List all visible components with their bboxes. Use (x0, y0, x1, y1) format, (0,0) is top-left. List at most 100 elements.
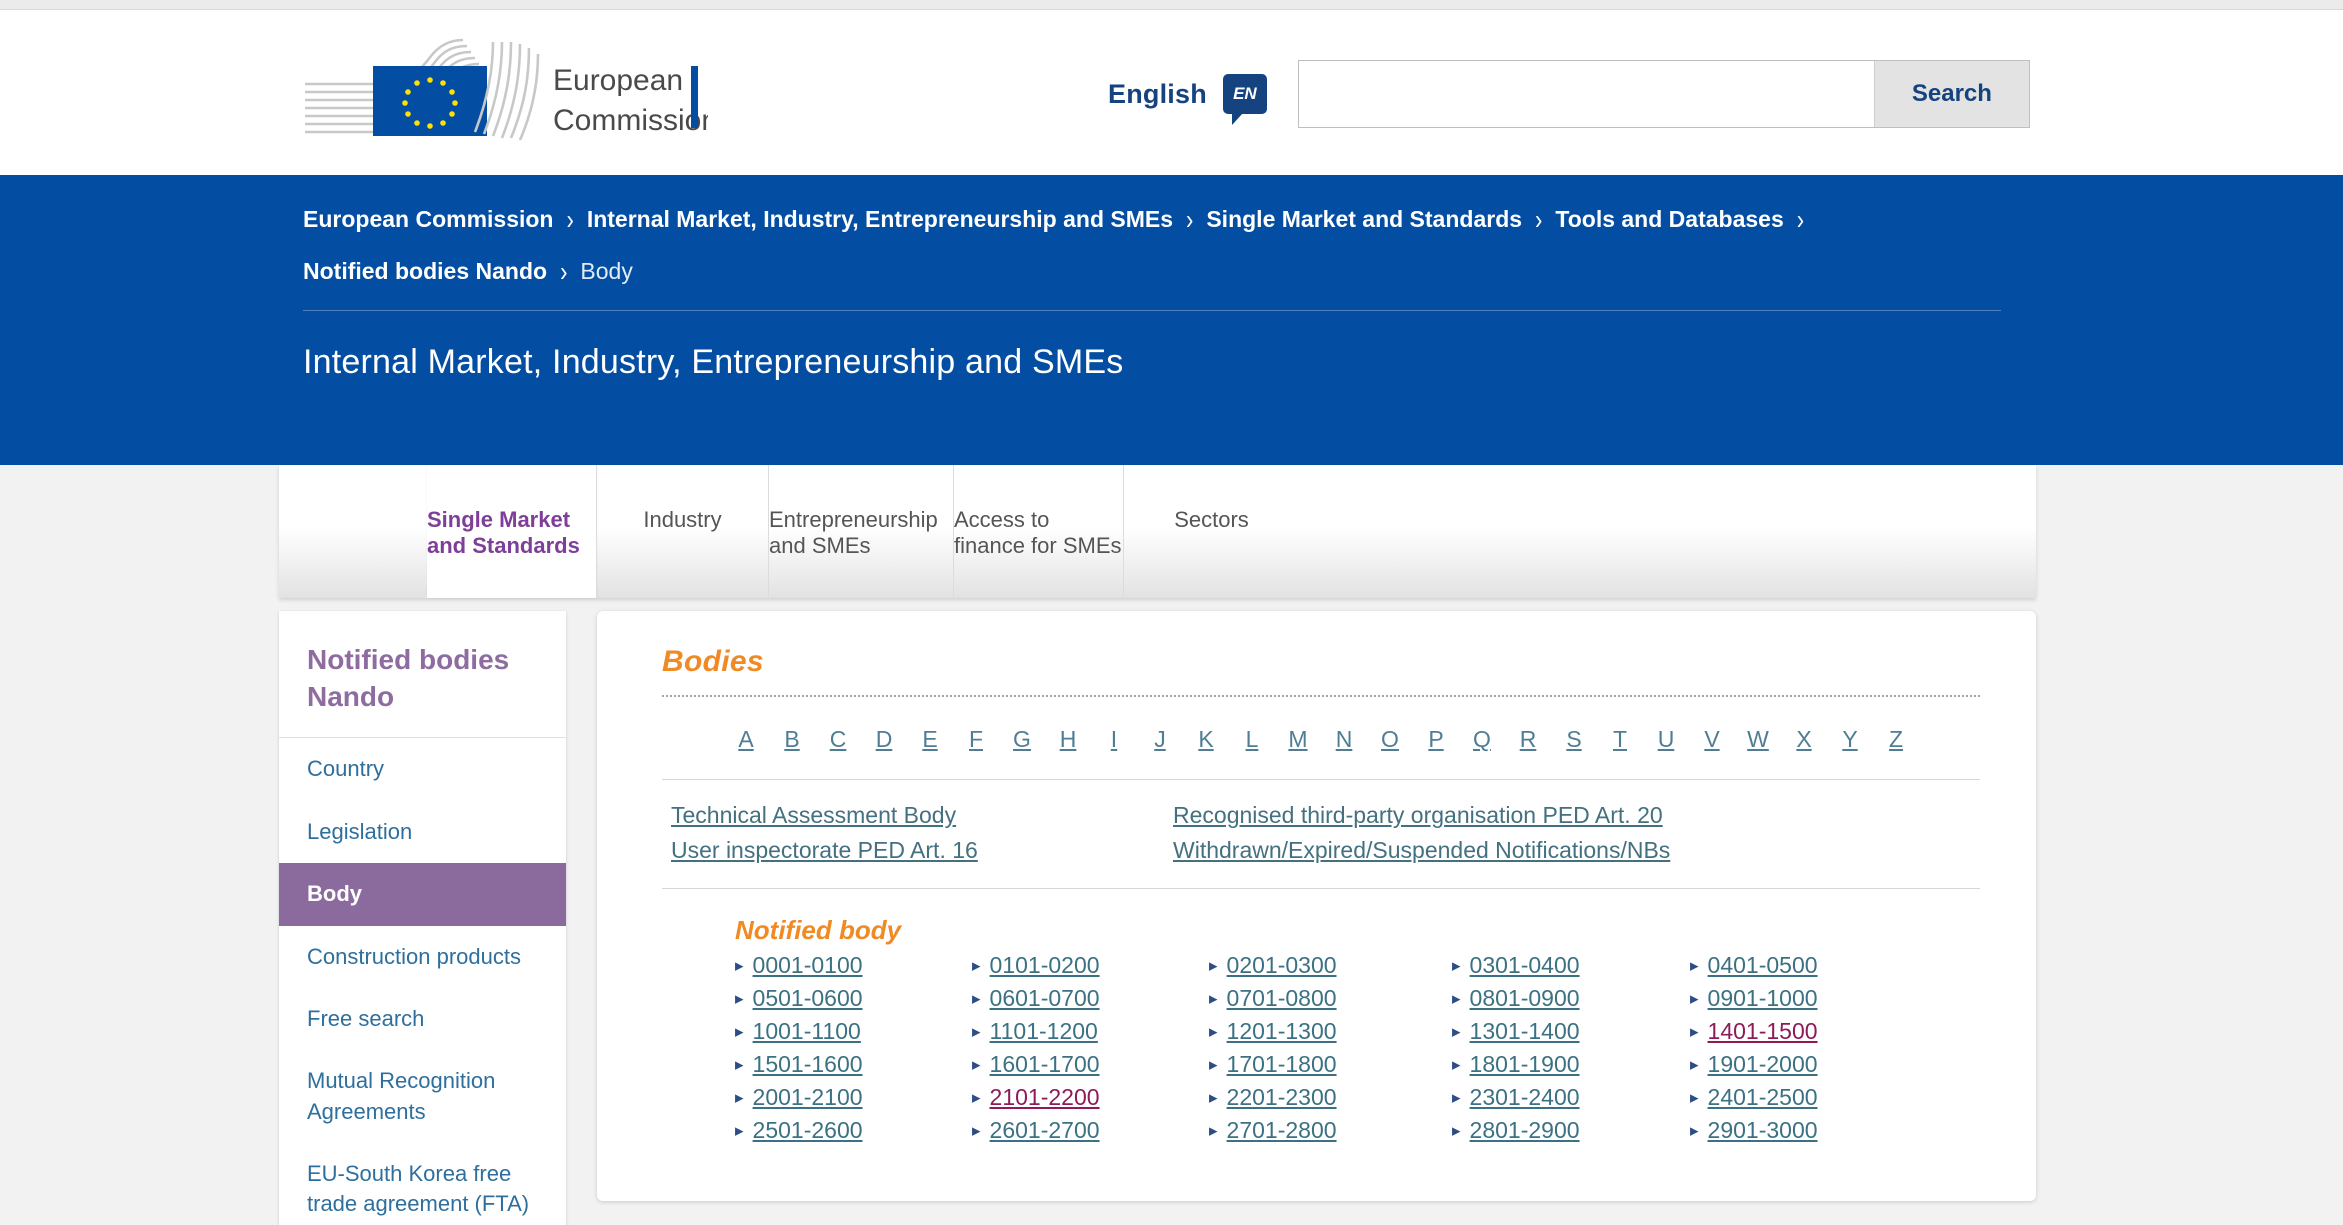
range-link-2101-2200[interactable]: 2101-2200 (990, 1084, 1100, 1111)
alphabet-link-y[interactable]: Y (1827, 726, 1873, 753)
alphabet-link-f[interactable]: F (953, 726, 999, 753)
range-link-1901-2000[interactable]: 1901-2000 (1708, 1051, 1818, 1078)
range-link-2601-2700[interactable]: 2601-2700 (990, 1117, 1100, 1144)
range-cell: ▸ 0901-1000 (1690, 985, 1930, 1012)
triangle-bullet-icon: ▸ (1452, 989, 1461, 1008)
range-link-2901-3000[interactable]: 2901-3000 (1708, 1117, 1818, 1144)
range-link-0801-0900[interactable]: 0801-0900 (1470, 985, 1580, 1012)
breadcrumb-separator-icon: › (566, 203, 574, 235)
alphabet-link-a[interactable]: A (723, 726, 769, 753)
range-cell: ▸ 0801-0900 (1452, 985, 1690, 1012)
breadcrumb-separator-icon: › (560, 255, 568, 287)
content-area: Notified bodies Nando Country Legislation… (279, 611, 2036, 1225)
tab-sectors[interactable]: Sectors (1124, 465, 1299, 598)
sidebar-item-mutual-recognition-agreements[interactable]: Mutual Recognition Agreements (279, 1050, 566, 1143)
alphabet-link-r[interactable]: R (1505, 726, 1551, 753)
alphabet-link-g[interactable]: G (999, 726, 1045, 753)
range-link-2301-2400[interactable]: 2301-2400 (1470, 1084, 1580, 1111)
range-link-1601-1700[interactable]: 1601-1700 (990, 1051, 1100, 1078)
range-link-0501-0600[interactable]: 0501-0600 (753, 985, 863, 1012)
alphabet-link-n[interactable]: N (1321, 726, 1367, 753)
logo-text-line1: European (553, 64, 683, 97)
breadcrumb-link[interactable]: Single Market and Standards (1206, 206, 1522, 233)
triangle-bullet-icon: ▸ (735, 1121, 744, 1140)
tab-single-market-and-standards[interactable]: Single Market and Standards (427, 465, 597, 598)
range-link-1801-1900[interactable]: 1801-1900 (1470, 1051, 1580, 1078)
range-link-1101-1200[interactable]: 1101-1200 (990, 1018, 1098, 1045)
breadcrumb-link[interactable]: Internal Market, Industry, Entrepreneurs… (587, 206, 1173, 233)
notified-body-range-grid: ▸ 0001-0100 ▸ 0101-0200 ▸ 0201-0300 ▸ 0301-0400… (735, 952, 1980, 1144)
range-cell: ▸ 0301-0400 (1452, 952, 1690, 979)
sidebar-item-eu-south-korea-free-trade-agreement-fta[interactable]: EU-South Korea free trade agreement (FTA… (279, 1143, 566, 1225)
alphabet-link-c[interactable]: C (815, 726, 861, 753)
sidebar-item-construction-products[interactable]: Construction products (279, 926, 566, 988)
range-cell: ▸ 2601-2700 (972, 1117, 1209, 1144)
alphabet-link-l[interactable]: L (1229, 726, 1275, 753)
alphabet-link-d[interactable]: D (861, 726, 907, 753)
alphabet-link-x[interactable]: X (1781, 726, 1827, 753)
header-utilities: English EN Search (1108, 60, 2030, 128)
breadcrumb-link[interactable]: Notified bodies Nando (303, 258, 547, 285)
range-link-0601-0700[interactable]: 0601-0700 (990, 985, 1100, 1012)
range-cell: ▸ 2201-2300 (1209, 1084, 1452, 1111)
tab-entrepreneurship-and-smes[interactable]: Entrepreneurship and SMEs (769, 465, 954, 598)
range-link-0001-0100[interactable]: 0001-0100 (753, 952, 863, 979)
sidebar-item-legislation[interactable]: Legislation (279, 801, 566, 863)
alphabet-link-t[interactable]: T (1597, 726, 1643, 753)
range-link-0701-0800[interactable]: 0701-0800 (1227, 985, 1337, 1012)
tab-access-to-finance-for-smes[interactable]: Access to finance for SMEs (954, 465, 1124, 598)
range-link-0301-0400[interactable]: 0301-0400 (1470, 952, 1580, 979)
alphabet-link-h[interactable]: H (1045, 726, 1091, 753)
european-commission-logo[interactable]: European Commission (303, 38, 708, 148)
breadcrumb-link[interactable]: Tools and Databases (1555, 206, 1783, 233)
range-link-2801-2900[interactable]: 2801-2900 (1470, 1117, 1580, 1144)
range-link-1201-1300[interactable]: 1201-1300 (1227, 1018, 1337, 1045)
alphabet-link-e[interactable]: E (907, 726, 953, 753)
range-link-0201-0300[interactable]: 0201-0300 (1227, 952, 1337, 979)
alphabet-link-q[interactable]: Q (1459, 726, 1505, 753)
sidebar-item-free-search[interactable]: Free search (279, 988, 566, 1050)
range-cell: ▸ 2801-2900 (1452, 1117, 1690, 1144)
alphabet-link-k[interactable]: K (1183, 726, 1229, 753)
range-cell: ▸ 2701-2800 (1209, 1117, 1452, 1144)
alphabet-link-j[interactable]: J (1137, 726, 1183, 753)
language-selector-badge[interactable]: EN (1222, 74, 1267, 125)
range-cell: ▸ 1301-1400 (1452, 1018, 1690, 1045)
alphabet-link-i[interactable]: I (1091, 726, 1137, 753)
range-link-2501-2600[interactable]: 2501-2600 (753, 1117, 863, 1144)
body-type-link[interactable]: Recognised third-party organisation PED … (1173, 802, 1663, 829)
range-link-0401-0500[interactable]: 0401-0500 (1708, 952, 1818, 979)
alphabet-link-b[interactable]: B (769, 726, 815, 753)
range-link-1501-1600[interactable]: 1501-1600 (753, 1051, 863, 1078)
sidebar-item-country[interactable]: Country (279, 738, 566, 800)
range-link-2701-2800[interactable]: 2701-2800 (1227, 1117, 1337, 1144)
alphabet-link-s[interactable]: S (1551, 726, 1597, 753)
range-link-1001-1100[interactable]: 1001-1100 (753, 1018, 861, 1045)
alphabet-link-p[interactable]: P (1413, 726, 1459, 753)
sidebar-item-body[interactable]: Body (279, 863, 566, 926)
alphabet-link-v[interactable]: V (1689, 726, 1735, 753)
alphabet-link-w[interactable]: W (1735, 726, 1781, 753)
breadcrumb-link[interactable]: European Commission (303, 206, 553, 233)
body-type-link[interactable]: Technical Assessment Body (671, 802, 956, 829)
range-link-1301-1400[interactable]: 1301-1400 (1470, 1018, 1580, 1045)
alphabet-link-m[interactable]: M (1275, 726, 1321, 753)
body-type-link[interactable]: Withdrawn/Expired/Suspended Notification… (1173, 837, 1670, 864)
sidebar: Notified bodies Nando Country Legislation… (279, 611, 566, 1225)
search-button[interactable]: Search (1873, 61, 2029, 127)
alphabet-link-z[interactable]: Z (1873, 726, 1919, 753)
range-link-0101-0200[interactable]: 0101-0200 (990, 952, 1100, 979)
range-link-0901-1000[interactable]: 0901-1000 (1708, 985, 1818, 1012)
triangle-bullet-icon: ▸ (1452, 1055, 1461, 1074)
search-input[interactable] (1298, 61, 1874, 127)
range-link-2401-2500[interactable]: 2401-2500 (1708, 1084, 1818, 1111)
range-link-1701-1800[interactable]: 1701-1800 (1227, 1051, 1337, 1078)
range-link-2201-2300[interactable]: 2201-2300 (1227, 1084, 1337, 1111)
alphabet-link-o[interactable]: O (1367, 726, 1413, 753)
tab-industry[interactable]: Industry (597, 465, 769, 598)
range-link-1401-1500[interactable]: 1401-1500 (1708, 1018, 1818, 1045)
body-type-link[interactable]: User inspectorate PED Art. 16 (671, 837, 978, 864)
range-link-2001-2100[interactable]: 2001-2100 (753, 1084, 863, 1111)
alphabet-link-u[interactable]: U (1643, 726, 1689, 753)
triangle-bullet-icon: ▸ (1690, 956, 1699, 975)
